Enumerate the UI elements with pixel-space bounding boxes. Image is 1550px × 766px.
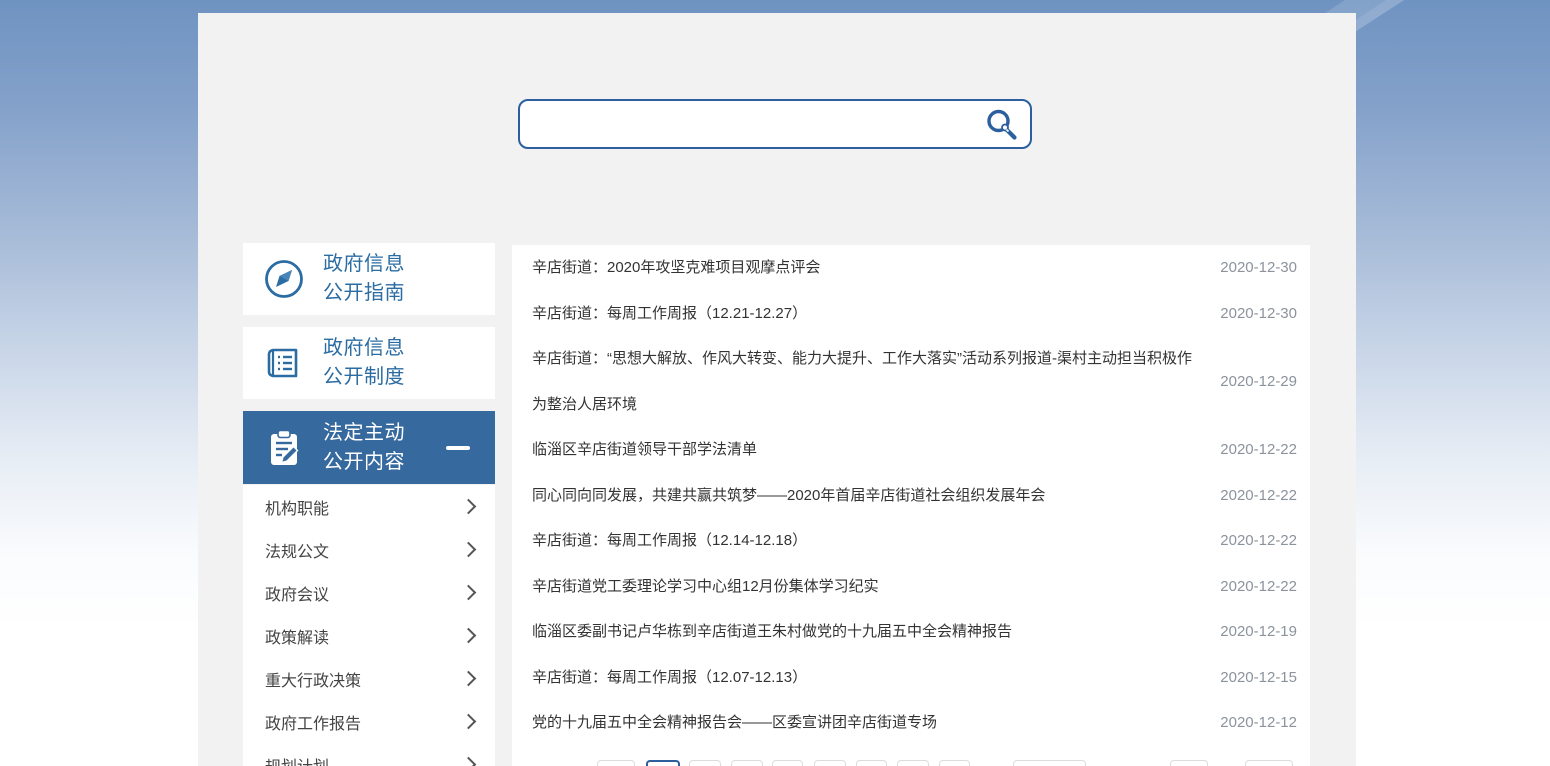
article-row: 辛店街道：每周工作周报（12.21-12.27） 2020-12-30 — [512, 291, 1310, 337]
menu-item-label: 政策解读 — [265, 624, 329, 648]
sidebar-submenu: 机构职能 法规公文 政府会议 政策解读 重大行政决策 政府工作报告 规划计划 — [243, 485, 495, 766]
chevron-right-icon — [461, 499, 477, 515]
pagination-button[interactable] — [1013, 760, 1086, 766]
collapse-minus-icon — [446, 446, 470, 450]
article-date: 2020-12-15 — [1220, 669, 1297, 686]
article-date: 2020-12-22 — [1220, 487, 1297, 504]
chevron-right-icon — [461, 628, 477, 644]
sidebar-menu-item[interactable]: 政府会议 — [243, 571, 495, 614]
pagination-current-page-button[interactable] — [646, 760, 680, 766]
article-title-link[interactable]: 辛店街道：每周工作周报（12.07-12.13） — [532, 655, 1198, 701]
sidebar-menu-item[interactable]: 重大行政决策 — [243, 657, 495, 700]
sidebar-menu-item[interactable]: 政府工作报告 — [243, 700, 495, 743]
article-list: 辛店街道：2020年攻坚克难项目观摩点评会 2020-12-30 辛店街道：每周… — [512, 245, 1310, 766]
chevron-right-icon — [461, 542, 477, 558]
article-row: 临淄区辛店街道领导干部学法清单 2020-12-22 — [512, 427, 1310, 473]
article-row: 临淄区委副书记卢华栋到辛店街道王朱村做党的十九届五中全会精神报告 2020-12… — [512, 609, 1310, 655]
sidebar: 政府信息 公开指南 政府信息 公开制度 — [243, 243, 495, 766]
sidebar-card-label: 政府信息 公开指南 — [323, 250, 405, 308]
sidebar-card-public-info-guide[interactable]: 政府信息 公开指南 — [243, 243, 495, 315]
menu-item-label: 规划计划 — [265, 753, 329, 766]
article-date: 2020-12-22 — [1220, 578, 1297, 595]
chevron-right-icon — [461, 714, 477, 730]
article-row: 辛店街道：每周工作周报（12.14-12.18） 2020-12-22 — [512, 518, 1310, 564]
pagination-button[interactable] — [856, 760, 887, 766]
pagination-button[interactable] — [814, 760, 846, 766]
sidebar-card-statutory-disclosure[interactable]: 法定主动 公开内容 — [243, 411, 495, 484]
search-icon — [984, 107, 1018, 141]
sidebar-card-label: 法定主动 公开内容 — [323, 419, 405, 477]
chevron-right-icon — [461, 671, 477, 687]
clipboard-pencil-icon — [262, 426, 306, 470]
search-bar — [518, 99, 1032, 149]
content-panel: 政府信息 公开指南 政府信息 公开制度 — [198, 13, 1356, 766]
article-row: 同心同向同发展，共建共赢共筑梦——2020年首届辛店街道社会组织发展年会 202… — [512, 473, 1310, 519]
article-title-link[interactable]: 辛店街道：每周工作周报（12.14-12.18） — [532, 518, 1198, 564]
menu-item-label: 机构职能 — [265, 495, 329, 519]
article-title-link[interactable]: 辛店街道党工委理论学习中心组12月份集体学习纪实 — [532, 564, 1198, 610]
article-row: 辛店街道：2020年攻坚克难项目观摩点评会 2020-12-30 — [512, 245, 1310, 291]
article-title-link[interactable]: 临淄区辛店街道领导干部学法清单 — [532, 427, 1198, 473]
article-title-link[interactable]: 辛店街道：2020年攻坚克难项目观摩点评会 — [532, 245, 1198, 291]
search-input[interactable] — [520, 101, 982, 147]
sidebar-menu-item[interactable]: 机构职能 — [243, 485, 495, 528]
article-row: 辛店街道：每周工作周报（12.07-12.13） 2020-12-15 — [512, 655, 1310, 701]
menu-item-label: 法规公文 — [265, 538, 329, 562]
pagination-button[interactable] — [1245, 760, 1293, 766]
menu-item-label: 政府工作报告 — [265, 710, 361, 734]
pagination-button[interactable] — [597, 760, 635, 766]
article-date: 2020-12-30 — [1220, 305, 1297, 322]
article-date: 2020-12-12 — [1220, 714, 1297, 731]
pagination — [512, 760, 1310, 766]
pagination-button[interactable] — [1170, 760, 1208, 766]
article-title-link[interactable]: 同心同向同发展，共建共赢共筑梦——2020年首届辛店街道社会组织发展年会 — [532, 473, 1198, 519]
pagination-button[interactable] — [689, 760, 721, 766]
article-title-link[interactable]: 临淄区委副书记卢华栋到辛店街道王朱村做党的十九届五中全会精神报告 — [532, 609, 1198, 655]
pagination-button[interactable] — [939, 760, 970, 766]
article-row: 辛店街道：“思想大解放、作风大转变、能力大提升、工作大落实”活动系列报道-渠村主… — [512, 336, 1310, 427]
chevron-right-icon — [461, 585, 477, 601]
article-date: 2020-12-22 — [1220, 532, 1297, 549]
book-icon — [262, 341, 306, 385]
article-date: 2020-12-22 — [1220, 441, 1297, 458]
menu-item-label: 重大行政决策 — [265, 667, 361, 691]
pagination-button[interactable] — [897, 760, 929, 766]
article-date: 2020-12-30 — [1220, 259, 1297, 276]
menu-item-label: 政府会议 — [265, 581, 329, 605]
sidebar-menu-item[interactable]: 法规公文 — [243, 528, 495, 571]
article-date: 2020-12-19 — [1220, 623, 1297, 640]
sidebar-card-label: 政府信息 公开制度 — [323, 334, 405, 392]
sidebar-card-public-info-system[interactable]: 政府信息 公开制度 — [243, 327, 495, 399]
article-row: 辛店街道党工委理论学习中心组12月份集体学习纪实 2020-12-22 — [512, 564, 1310, 610]
article-date: 2020-12-29 — [1220, 373, 1297, 390]
article-title-link[interactable]: 党的十九届五中全会精神报告会——区委宣讲团辛店街道专场 — [532, 700, 1198, 746]
pagination-button[interactable] — [731, 760, 763, 766]
pagination-button[interactable] — [772, 760, 803, 766]
article-title-link[interactable]: 辛店街道：“思想大解放、作风大转变、能力大提升、工作大落实”活动系列报道-渠村主… — [532, 336, 1198, 427]
article-title-link[interactable]: 辛店街道：每周工作周报（12.21-12.27） — [532, 291, 1198, 337]
article-row: 党的十九届五中全会精神报告会——区委宣讲团辛店街道专场 2020-12-12 — [512, 700, 1310, 746]
search-button[interactable] — [982, 101, 1030, 147]
compass-icon — [262, 257, 306, 301]
chevron-right-icon — [461, 757, 477, 766]
sidebar-menu-item[interactable]: 政策解读 — [243, 614, 495, 657]
sidebar-menu-item[interactable]: 规划计划 — [243, 743, 495, 766]
page-background: 政府信息 公开指南 政府信息 公开制度 — [0, 0, 1550, 766]
